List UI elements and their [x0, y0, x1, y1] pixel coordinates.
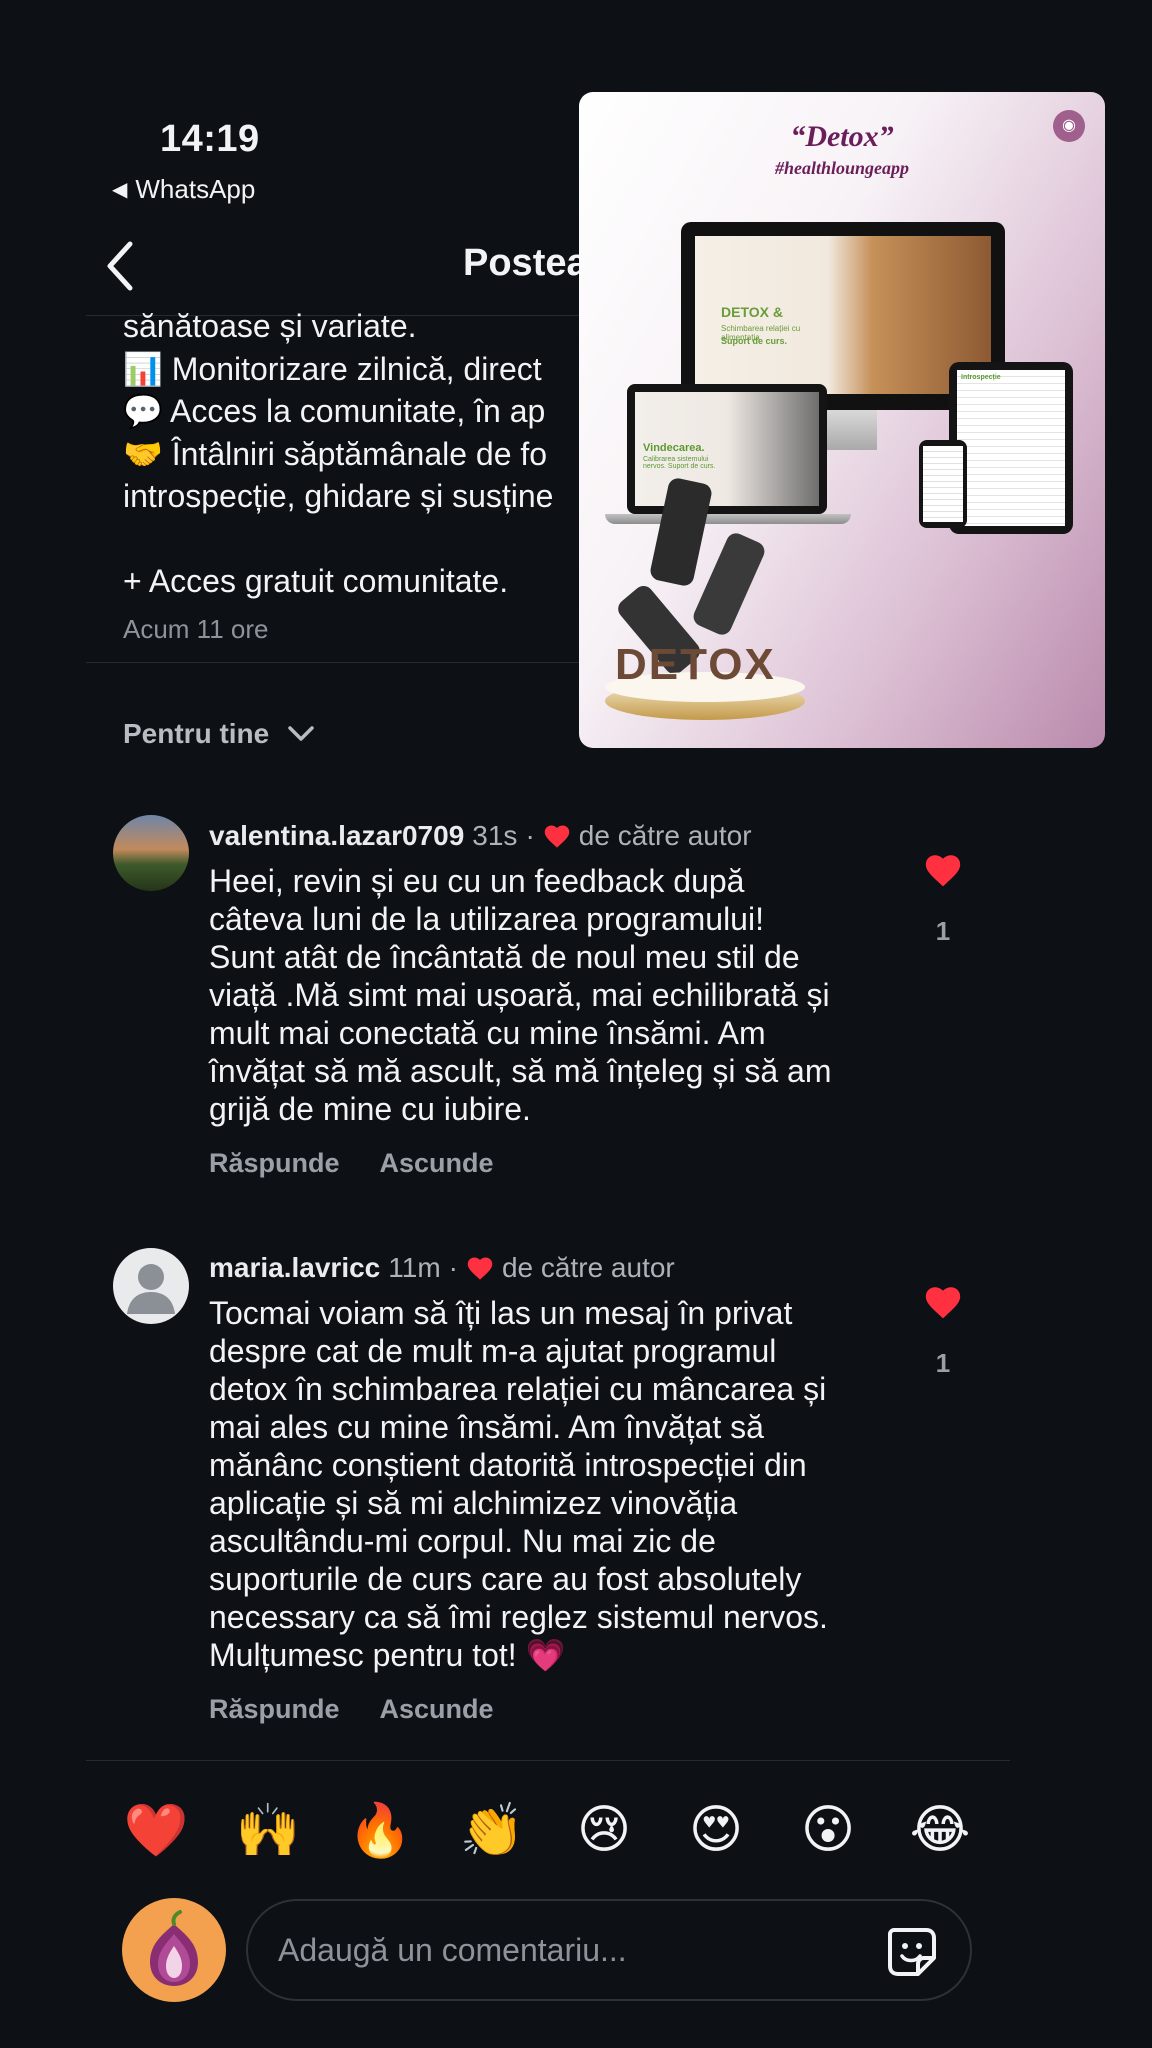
- post-timestamp: Acum 11 ore: [123, 614, 269, 644]
- comment-line: mănânc conștient datorită introspecției …: [209, 1447, 807, 1483]
- like-heart-icon[interactable]: [923, 852, 963, 888]
- comment-username[interactable]: valentina.lazar0709: [209, 820, 464, 852]
- onion-logo-icon: [150, 1910, 198, 1986]
- emoji-heart-button[interactable]: ❤️: [123, 1800, 189, 1861]
- laptop-subtitle: Calibrarea sistemului nervos. Suport de …: [643, 456, 716, 470]
- back-chevron-icon[interactable]: [100, 238, 144, 294]
- back-to-app-link[interactable]: ◀ WhatsApp: [112, 174, 255, 205]
- floating-phone: [690, 530, 768, 638]
- hide-button[interactable]: Ascunde: [380, 1148, 494, 1179]
- comment-line: aplicație și să mi alchimizez vinovăția: [209, 1485, 738, 1521]
- comment-line: viață .Mă simt mai ușoară, mai echilibra…: [209, 977, 830, 1013]
- separator-dot: ·: [448, 1252, 458, 1283]
- like-count: 1: [935, 1348, 951, 1378]
- tablet-heading: Introspecție: [961, 374, 1001, 381]
- comment-line: Heei, revin și eu cu un feedback după: [209, 863, 745, 899]
- current-user-avatar[interactable]: [122, 1898, 226, 2002]
- back-app-label: WhatsApp: [135, 174, 256, 204]
- sort-label: Pentru tine: [123, 718, 270, 749]
- comment-line: Sunt atât de încântată de noul meu stil …: [209, 939, 800, 975]
- comment-line: ascultându-mi corpul. Nu mai zic de: [209, 1523, 716, 1559]
- chevron-down-icon: [288, 726, 314, 741]
- emoji-surprised-button[interactable]: 😮: [795, 1800, 861, 1861]
- comment-username[interactable]: maria.lavricc: [209, 1252, 380, 1284]
- comment-line: câteva luni de la utilizarea programului…: [209, 901, 764, 937]
- comment-line: mult mai conectată cu mine însămi. Am: [209, 1015, 766, 1051]
- comment-header: maria.lavricc 11m · de către autor: [209, 1252, 675, 1284]
- comment-line: suporturile de curs care au fost absolut…: [209, 1561, 802, 1597]
- image-title: “Detox”: [790, 120, 894, 153]
- comment-line: Mulțumesc pentru tot! 💗: [209, 1637, 566, 1673]
- like-heart-icon[interactable]: [923, 1284, 963, 1320]
- comment-text: Tocmai voiam să îți las un mesaj în priv…: [209, 1294, 889, 1674]
- monitor-title: DETOX &: [721, 304, 783, 320]
- heart-icon: [467, 1257, 493, 1280]
- page-title: Postea: [463, 242, 588, 284]
- laptop-base: [605, 514, 851, 524]
- emoji-cry-button[interactable]: 😢: [571, 1800, 637, 1861]
- detox-brand-word: DETOX: [615, 640, 776, 689]
- hide-button[interactable]: Ascunde: [380, 1694, 494, 1725]
- laptop-title: Vindecarea.: [643, 442, 705, 454]
- default-user-icon: [127, 1264, 175, 1314]
- status-time: 14:19: [160, 118, 260, 160]
- brand-logo-icon: ◉: [1053, 110, 1085, 142]
- tablet-screen: [957, 370, 1065, 526]
- comment-input-placeholder: Adaugă un comentariu...: [278, 1932, 627, 1968]
- liked-by-author-label: de către autor: [501, 1252, 675, 1283]
- comment-actions: Răspunde Ascunde: [209, 1148, 494, 1179]
- avatar[interactable]: [113, 815, 189, 891]
- emoji-raised-hands-button[interactable]: 🙌: [235, 1800, 301, 1861]
- monitor-subtitle-2: Suport de curs.: [721, 336, 788, 346]
- comment-actions: Răspunde Ascunde: [209, 1694, 494, 1725]
- sort-dropdown[interactable]: Pentru tine: [123, 718, 315, 750]
- emoji-heart-eyes-button[interactable]: 😍: [683, 1800, 749, 1861]
- emoji-laugh-button[interactable]: 😂: [907, 1800, 973, 1861]
- avatar[interactable]: [113, 1248, 189, 1324]
- post-image-preview[interactable]: “Detox” #healthloungeapp ◉ DETOX & Schim…: [579, 92, 1105, 748]
- comment-line: detox în schimbarea relației cu mâncarea…: [209, 1371, 827, 1407]
- phone-screen: [923, 446, 963, 522]
- emoji-fire-button[interactable]: 🔥: [347, 1800, 413, 1861]
- liked-by-author-label: de către autor: [578, 820, 752, 851]
- comment-header: valentina.lazar0709 31s · de către autor: [209, 820, 752, 852]
- heart-icon: [544, 825, 570, 848]
- comment-line: învățat să mă ascult, să mă înțeleg și s…: [209, 1053, 832, 1089]
- separator-dot: ·: [525, 820, 535, 851]
- comment-line: mai ales cu mine însămi. Am învățat să: [209, 1409, 764, 1445]
- comment-line: grijă de mine cu iubire.: [209, 1091, 531, 1127]
- reply-button[interactable]: Răspunde: [209, 1694, 340, 1725]
- back-triangle-icon: ◀: [112, 179, 128, 201]
- like-count: 1: [935, 916, 951, 946]
- comment-age: 11m: [388, 1252, 441, 1283]
- comment-line: Tocmai voiam să îți las un mesaj în priv…: [209, 1295, 793, 1331]
- comment-text: Heei, revin și eu cu un feedback după câ…: [209, 862, 889, 1128]
- emoji-divider: [86, 1760, 1010, 1761]
- image-hashtag: #healthloungeapp: [774, 158, 910, 178]
- comment-line: despre cat de mult m-a ajutat programul: [209, 1333, 777, 1369]
- emoji-reaction-bar: ❤️ 🙌 🔥 👏 😢 😍 😮 😂: [123, 1800, 973, 1861]
- reply-button[interactable]: Răspunde: [209, 1148, 340, 1179]
- comment-line: necessary ca să îmi reglez sistemul nerv…: [209, 1599, 828, 1635]
- comment-age: 31s: [472, 820, 518, 851]
- emoji-clap-button[interactable]: 👏: [459, 1800, 525, 1861]
- sticker-icon[interactable]: [884, 1924, 940, 1980]
